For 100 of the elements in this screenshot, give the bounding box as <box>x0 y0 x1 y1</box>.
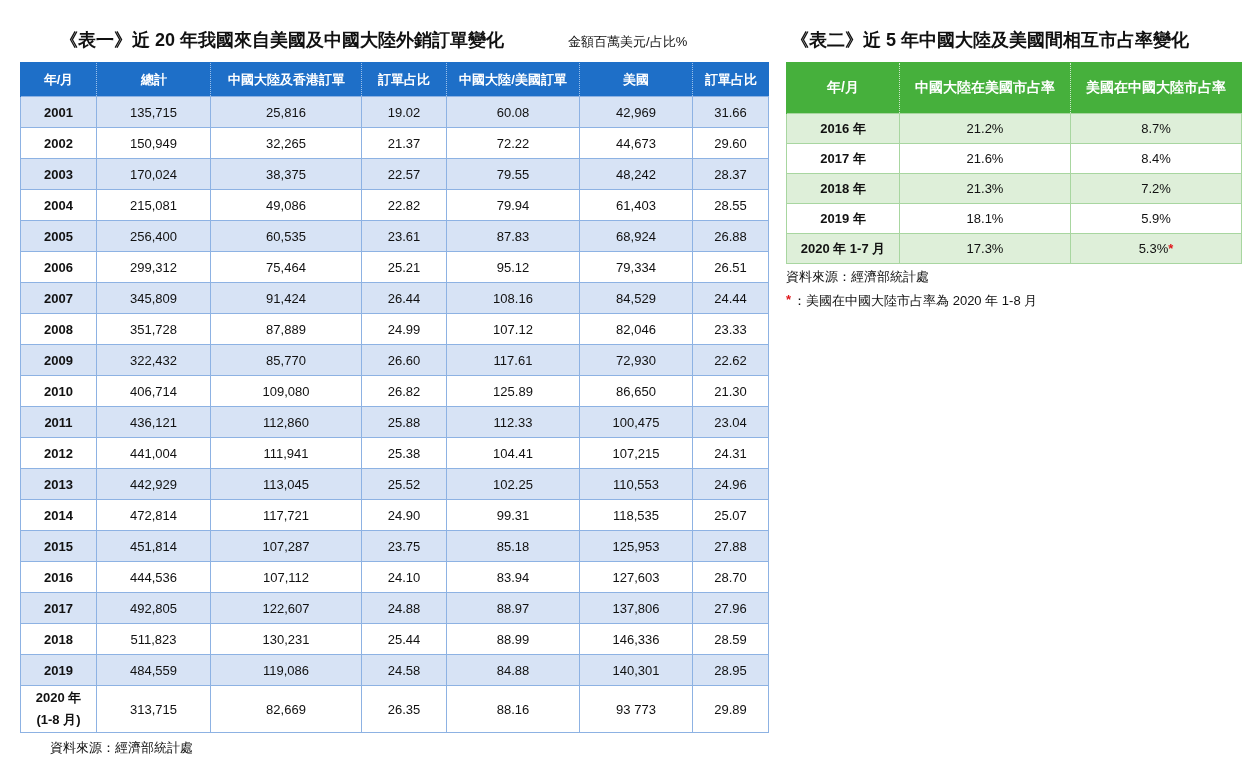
table-cell: 100,475 <box>579 406 693 438</box>
table-cell: 2013 <box>20 468 97 500</box>
column-header: 美國 <box>579 62 693 97</box>
source-note: 資料來源：經濟部統計處 <box>50 739 194 757</box>
table-cell: 2001 <box>20 96 97 128</box>
table-cell: 5.3%* <box>1070 233 1242 264</box>
table-cell: 88.99 <box>446 623 580 655</box>
table-cell: 17.3% <box>899 233 1071 264</box>
table-cell: 29.60 <box>692 127 769 159</box>
table-cell: 107,112 <box>210 561 362 593</box>
table-cell: 299,312 <box>96 251 211 283</box>
table-cell: 42,969 <box>579 96 693 128</box>
table-cell: 441,004 <box>96 437 211 469</box>
table-cell: 32,265 <box>210 127 362 159</box>
table-cell: 109,080 <box>210 375 362 407</box>
table-cell: 107,215 <box>579 437 693 469</box>
table-cell: 2019 年 <box>786 203 900 234</box>
table-cell: 38,375 <box>210 158 362 190</box>
table-cell: 130,231 <box>210 623 362 655</box>
table-cell: 24.31 <box>692 437 769 469</box>
table-cell: 5.9% <box>1070 203 1242 234</box>
table-cell: 29.89 <box>692 685 769 733</box>
table-cell: 28.37 <box>692 158 769 190</box>
table-cell: 2020 年 (1-8 月) <box>20 685 97 733</box>
table-cell: 72,930 <box>579 344 693 376</box>
table-cell: 22.82 <box>361 189 447 221</box>
table-title: 《表一》近 20 年我國來自美國及中國大陸外銷訂單變化 <box>60 29 505 52</box>
table-cell: 27.88 <box>692 530 769 562</box>
table-cell: 60,535 <box>210 220 362 252</box>
table-cell: 85,770 <box>210 344 362 376</box>
table-cell: 511,823 <box>96 623 211 655</box>
table-cell: 24.90 <box>361 499 447 531</box>
table-cell: 19.02 <box>361 96 447 128</box>
table-cell: 26.60 <box>361 344 447 376</box>
table-cell: 2020 年 1-7 月 <box>786 233 900 264</box>
table-cell: 108.16 <box>446 282 580 314</box>
table-cell: 117,721 <box>210 499 362 531</box>
table-cell: 48,242 <box>579 158 693 190</box>
table-cell: 2017 <box>20 592 97 624</box>
table-cell: 61,403 <box>579 189 693 221</box>
table-cell: 119,086 <box>210 654 362 686</box>
table-cell: 7.2% <box>1070 173 1242 204</box>
column-header: 中國大陸/美國訂單 <box>446 62 580 97</box>
table-cell: 406,714 <box>96 375 211 407</box>
table-cell: 44,673 <box>579 127 693 159</box>
table-cell: 313,715 <box>96 685 211 733</box>
table-cell: 79,334 <box>579 251 693 283</box>
column-header: 訂單占比 <box>692 62 769 97</box>
table-cell: 25.21 <box>361 251 447 283</box>
table-cell: 23.61 <box>361 220 447 252</box>
table-cell: 95.12 <box>446 251 580 283</box>
table-cell: 140,301 <box>579 654 693 686</box>
source-note: 資料來源：經濟部統計處 <box>786 268 930 286</box>
table-cell: 170,024 <box>96 158 211 190</box>
unit-note: 金額百萬美元/占比% <box>568 33 688 51</box>
table-cell: 2006 <box>20 251 97 283</box>
table-cell: 25.44 <box>361 623 447 655</box>
table-cell: 84.88 <box>446 654 580 686</box>
table-cell: 146,336 <box>579 623 693 655</box>
table-cell: 25.88 <box>361 406 447 438</box>
table-cell: 2019 <box>20 654 97 686</box>
table-cell: 84,529 <box>579 282 693 314</box>
table-cell: 2017 年 <box>786 143 900 174</box>
table-cell: 322,432 <box>96 344 211 376</box>
footnote-mark: * <box>786 292 792 309</box>
table-cell: 8.7% <box>1070 113 1242 144</box>
table-cell: 22.62 <box>692 344 769 376</box>
table-cell: 93 773 <box>579 685 693 733</box>
table-cell: 87,889 <box>210 313 362 345</box>
table-cell: 2003 <box>20 158 97 190</box>
table-cell: 2002 <box>20 127 97 159</box>
table-cell: 21.37 <box>361 127 447 159</box>
table-cell: 111,941 <box>210 437 362 469</box>
table-cell: 26.88 <box>692 220 769 252</box>
table-cell: 351,728 <box>96 313 211 345</box>
table-cell: 24.96 <box>692 468 769 500</box>
table-cell: 99.31 <box>446 499 580 531</box>
table-cell: 26.35 <box>361 685 447 733</box>
table-cell: 2018 <box>20 623 97 655</box>
table-cell: 28.59 <box>692 623 769 655</box>
table-cell: 86,650 <box>579 375 693 407</box>
table-cell: 444,536 <box>96 561 211 593</box>
table-cell: 75,464 <box>210 251 362 283</box>
table-cell: 2018 年 <box>786 173 900 204</box>
table-cell: 2004 <box>20 189 97 221</box>
table-cell: 22.57 <box>361 158 447 190</box>
table-cell: 8.4% <box>1070 143 1242 174</box>
table-cell: 24.88 <box>361 592 447 624</box>
table-cell: 215,081 <box>96 189 211 221</box>
column-header: 總計 <box>96 62 211 97</box>
table-cell: 125.89 <box>446 375 580 407</box>
column-header: 中國大陸在美國市占率 <box>899 62 1071 114</box>
table-cell: 107,287 <box>210 530 362 562</box>
table-cell: 28.95 <box>692 654 769 686</box>
table-cell: 118,535 <box>579 499 693 531</box>
table-cell: 23.75 <box>361 530 447 562</box>
column-header: 美國在中國大陸市占率 <box>1070 62 1242 114</box>
table-cell: 31.66 <box>692 96 769 128</box>
table-cell: 28.70 <box>692 561 769 593</box>
table-cell: 2012 <box>20 437 97 469</box>
